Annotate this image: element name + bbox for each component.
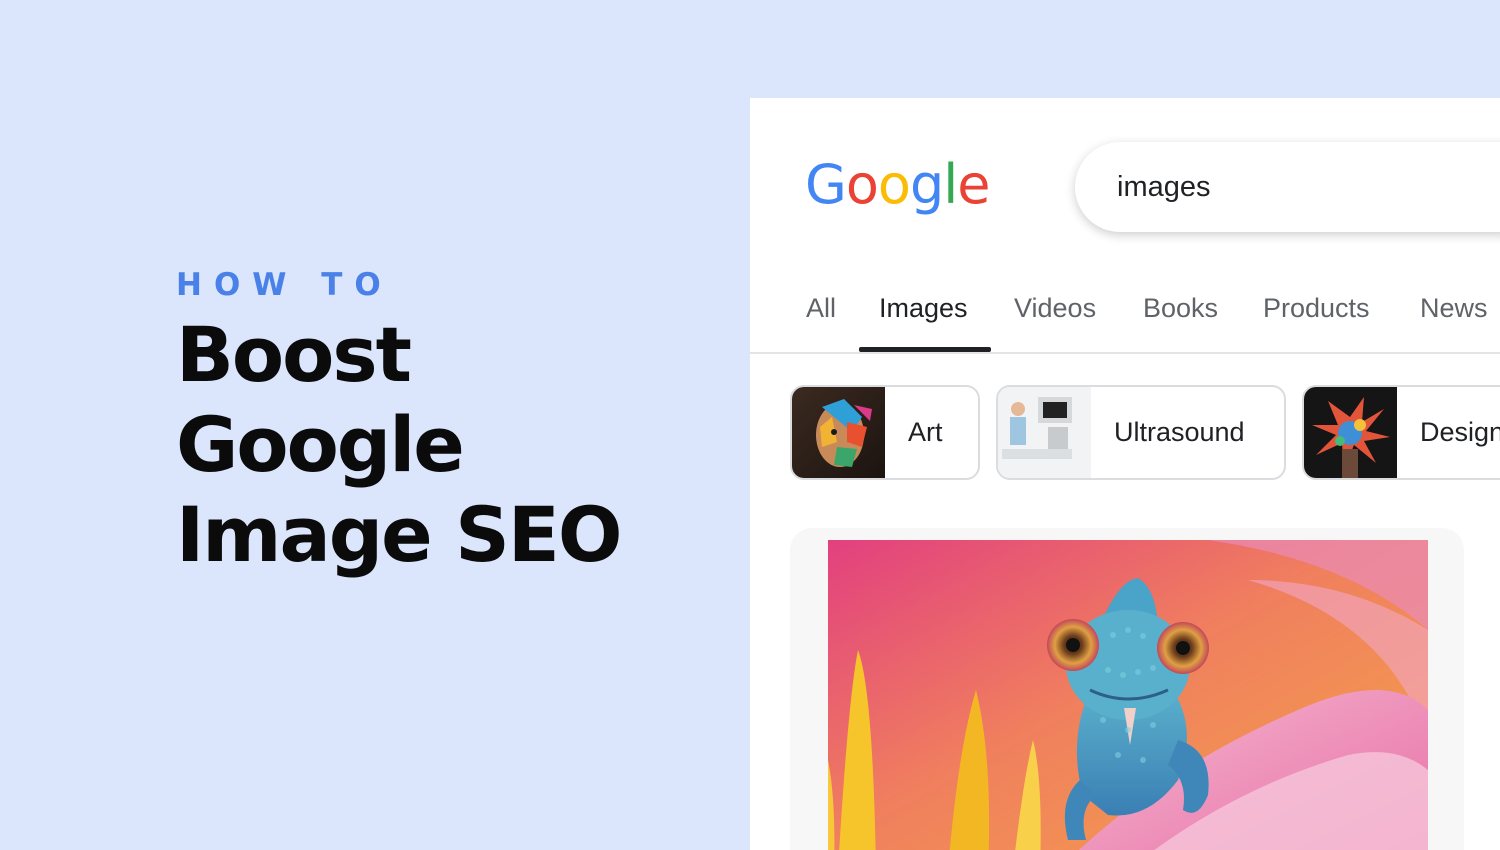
headline-line: Google [176, 400, 465, 489]
hero-kicker: HOW TO [176, 267, 393, 303]
search-results-panel: Google All Images Videos Books Products … [750, 98, 1500, 850]
paint-splash-design-thumbnail [1304, 387, 1397, 478]
image-result-card[interactable] [790, 528, 1464, 850]
hero-section: HOW TO Boost Google Image SEO [176, 266, 622, 580]
headline-line: Boost [176, 310, 412, 399]
search-tabs: All Images Videos Books Products News [750, 288, 1500, 354]
chip-label: Art [908, 417, 943, 447]
chip-ultrasound[interactable]: Ultrasound [996, 385, 1286, 480]
search-bar[interactable] [1075, 142, 1500, 232]
active-tab-indicator [859, 347, 991, 352]
chip-art[interactable]: Art [790, 385, 980, 480]
tab-all[interactable]: All [806, 293, 836, 324]
hero-headline: Boost Google Image SEO [176, 310, 622, 580]
ultrasound-machine-thumbnail [998, 387, 1091, 478]
search-input[interactable] [1117, 168, 1497, 206]
tab-news[interactable]: News [1420, 293, 1488, 324]
blue-chameleon-on-pink-flower[interactable] [828, 540, 1428, 850]
google-logo[interactable]: Google [805, 150, 990, 220]
tab-images[interactable]: Images [879, 293, 968, 324]
chip-design[interactable]: Design [1302, 385, 1500, 480]
headline-line: Image SEO [176, 490, 622, 579]
chip-label: Design [1420, 417, 1500, 447]
tab-videos[interactable]: Videos [1014, 293, 1096, 324]
chip-label: Ultrasound [1114, 417, 1245, 447]
tab-books[interactable]: Books [1143, 293, 1218, 324]
colorful-face-art-thumbnail [792, 387, 885, 478]
tab-products[interactable]: Products [1263, 293, 1370, 324]
